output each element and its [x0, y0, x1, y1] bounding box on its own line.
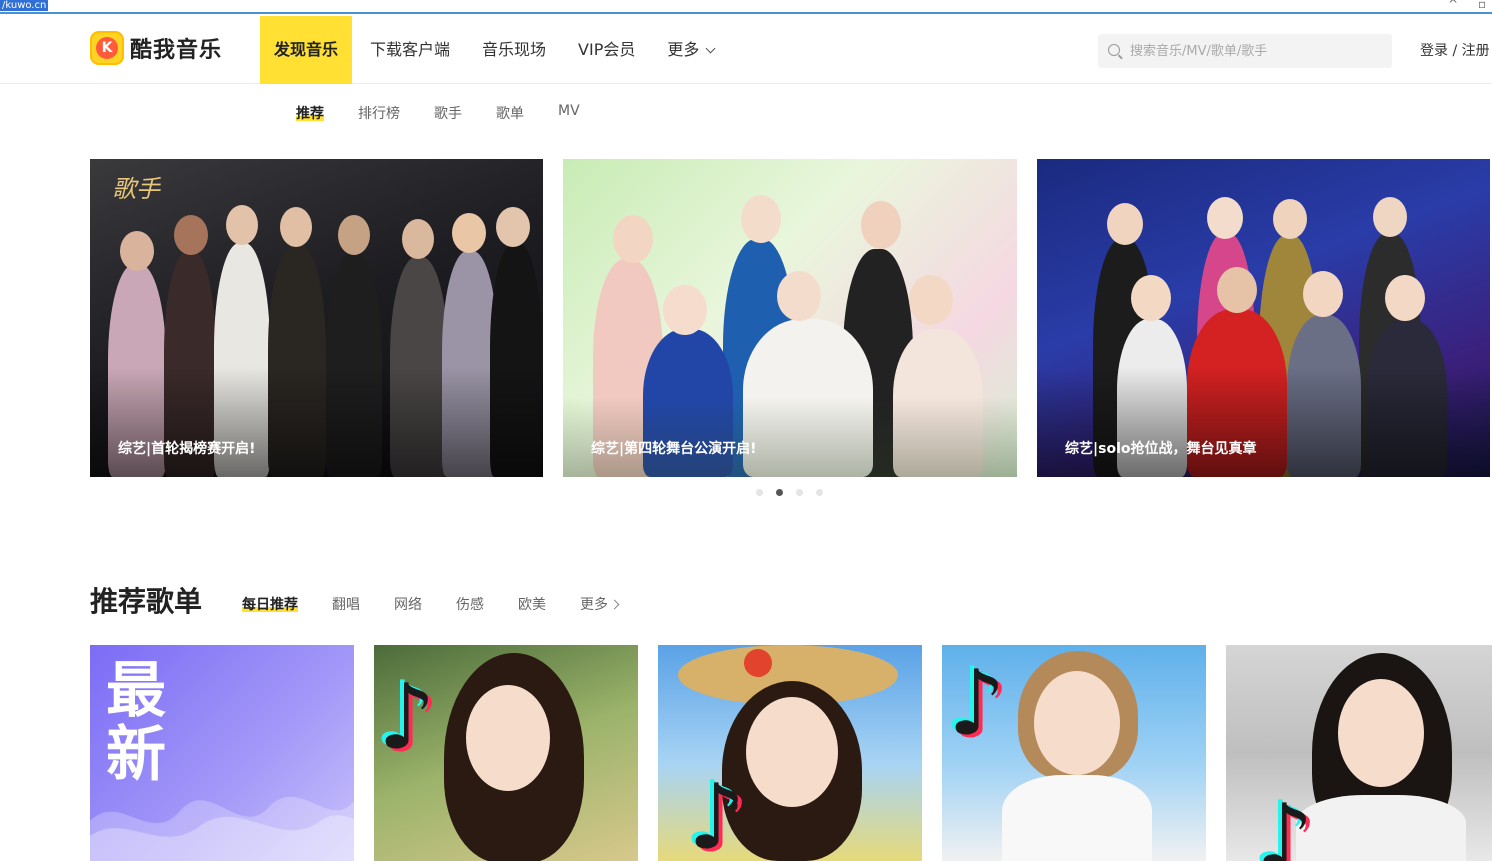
- playlist-card[interactable]: ♪: [658, 645, 922, 861]
- banner-person-head: [1107, 203, 1143, 245]
- chevron-right-icon: [609, 599, 620, 610]
- tiktok-logo-icon: ♪: [688, 765, 746, 861]
- cover-person-shirt: [1002, 775, 1152, 861]
- tab-more-label: 更多: [580, 597, 608, 613]
- tab-western[interactable]: 欧美: [518, 594, 546, 614]
- search-input[interactable]: [1130, 34, 1380, 68]
- banner-person-head: [1373, 197, 1407, 237]
- banner-person-head: [861, 201, 901, 249]
- banner-stage[interactable]: 综艺|第四轮舞台公演开启!: [563, 159, 1017, 477]
- logo-text: 酷我音乐: [130, 38, 223, 63]
- banner-person-head: [1131, 275, 1171, 321]
- playlist-card[interactable]: ♪: [374, 645, 638, 861]
- cover-person-shirt: [1296, 795, 1466, 861]
- login-register-link[interactable]: 登录 / 注册: [1420, 40, 1490, 60]
- banner-person-head: [663, 285, 707, 335]
- nav-more[interactable]: 更多: [653, 16, 728, 84]
- subnav-recommend[interactable]: 推荐: [296, 103, 324, 123]
- cover-person-face: [1034, 671, 1120, 775]
- banner-solo[interactable]: 综艺|solo抢位战，舞台见真章: [1037, 159, 1490, 477]
- banner-person-head: [120, 231, 154, 271]
- banner-show-logo: 歌手: [112, 175, 160, 203]
- search-box: [1098, 34, 1392, 68]
- banner-person-head: [741, 195, 781, 243]
- banner-shade: [1037, 367, 1490, 477]
- cover-person-face: [466, 685, 550, 791]
- banner-person-head: [1273, 199, 1307, 239]
- banner-person-head: [1207, 197, 1243, 239]
- tiktok-logo-icon: ♪: [1256, 785, 1314, 861]
- window-control-icon[interactable]: ▫: [1478, 0, 1486, 11]
- tab-more[interactable]: 更多: [580, 594, 620, 614]
- nav-discover-music[interactable]: 发现音乐: [260, 16, 353, 84]
- banner-shade: [563, 397, 1017, 477]
- nav-live-music[interactable]: 音乐现场: [468, 16, 560, 84]
- subnav-playlists[interactable]: 歌单: [496, 103, 524, 123]
- banner-shade: [90, 367, 543, 477]
- nav-vip[interactable]: VIP会员: [564, 16, 649, 84]
- address-bar-text[interactable]: /kuwo.cn: [0, 0, 49, 11]
- playlist-card[interactable]: ♪: [942, 645, 1206, 861]
- banner-singer[interactable]: 歌手 综艺|首轮揭榜赛开启!: [90, 159, 543, 477]
- subnav-mv[interactable]: MV: [558, 103, 580, 123]
- tab-cover-songs[interactable]: 翻唱: [332, 594, 360, 614]
- chevron-down-icon: [705, 43, 716, 54]
- banner-person-head: [452, 213, 486, 253]
- banner-caption: 综艺|solo抢位战，舞台见真章: [1065, 441, 1257, 457]
- tiktok-logo-icon: ♪: [948, 651, 1006, 756]
- banner-person-head: [1303, 271, 1343, 317]
- banner-person-head: [402, 219, 434, 259]
- search-icon[interactable]: [1108, 44, 1120, 56]
- subnav-charts[interactable]: 排行榜: [358, 103, 400, 123]
- subnav-artists[interactable]: 歌手: [434, 103, 462, 123]
- banner-caption: 综艺|首轮揭榜赛开启!: [118, 441, 256, 457]
- cover-flower: [744, 649, 772, 677]
- playlist-card[interactable]: ♪: [1226, 645, 1492, 861]
- banner-person-head: [1217, 267, 1257, 313]
- kuwo-logo-icon: K: [90, 31, 124, 65]
- tab-daily-recommend[interactable]: 每日推荐: [242, 594, 298, 614]
- banner-caption: 综艺|第四轮舞台公演开启!: [591, 441, 757, 457]
- banner-person-head: [909, 275, 953, 325]
- nav-more-label: 更多: [667, 40, 700, 59]
- site-header: K 酷我音乐 发现音乐 下载客户端 音乐现场 VIP会员 更多 登录 / 注册: [0, 16, 1492, 84]
- carousel-dot[interactable]: [796, 489, 803, 496]
- banner-person-head: [613, 215, 653, 263]
- banner-person-head: [280, 207, 312, 247]
- logo-letter: K: [96, 37, 118, 59]
- cover-person-face: [1338, 679, 1424, 787]
- banner-person-head: [777, 271, 821, 321]
- banner-person-head: [496, 207, 530, 247]
- carousel-dot-active[interactable]: [776, 489, 783, 496]
- nav-download-client[interactable]: 下载客户端: [356, 16, 464, 84]
- main-nav: 发现音乐 下载客户端 音乐现场 VIP会员 更多: [260, 16, 732, 84]
- carousel-dot[interactable]: [816, 489, 823, 496]
- sub-nav: 推荐 排行榜 歌手 歌单 MV: [296, 103, 614, 123]
- section-title-recommended-playlists: 推荐歌单: [90, 585, 203, 618]
- site-logo[interactable]: K 酷我音乐: [90, 29, 222, 67]
- carousel-dot[interactable]: [756, 489, 763, 496]
- tiktok-logo-icon: ♪: [378, 665, 436, 770]
- window-control-icon[interactable]: ^: [1448, 0, 1458, 11]
- sound-wave-graphic: [90, 796, 354, 861]
- playlist-card[interactable]: 最新: [90, 645, 354, 861]
- cover-person-face: [746, 697, 838, 807]
- playlist-category-tabs: 每日推荐 翻唱 网络 伤感 欧美 更多: [242, 594, 652, 614]
- tab-internet[interactable]: 网络: [394, 594, 422, 614]
- banner-person-head: [174, 215, 208, 255]
- banner-person-head: [1385, 275, 1425, 321]
- browser-address-strip: /kuwo.cn ^ ▫: [0, 0, 1492, 14]
- banner-person-head: [338, 215, 370, 255]
- banner-person-head: [226, 205, 258, 245]
- tab-sad[interactable]: 伤感: [456, 594, 484, 614]
- carousel-dots: [756, 489, 836, 496]
